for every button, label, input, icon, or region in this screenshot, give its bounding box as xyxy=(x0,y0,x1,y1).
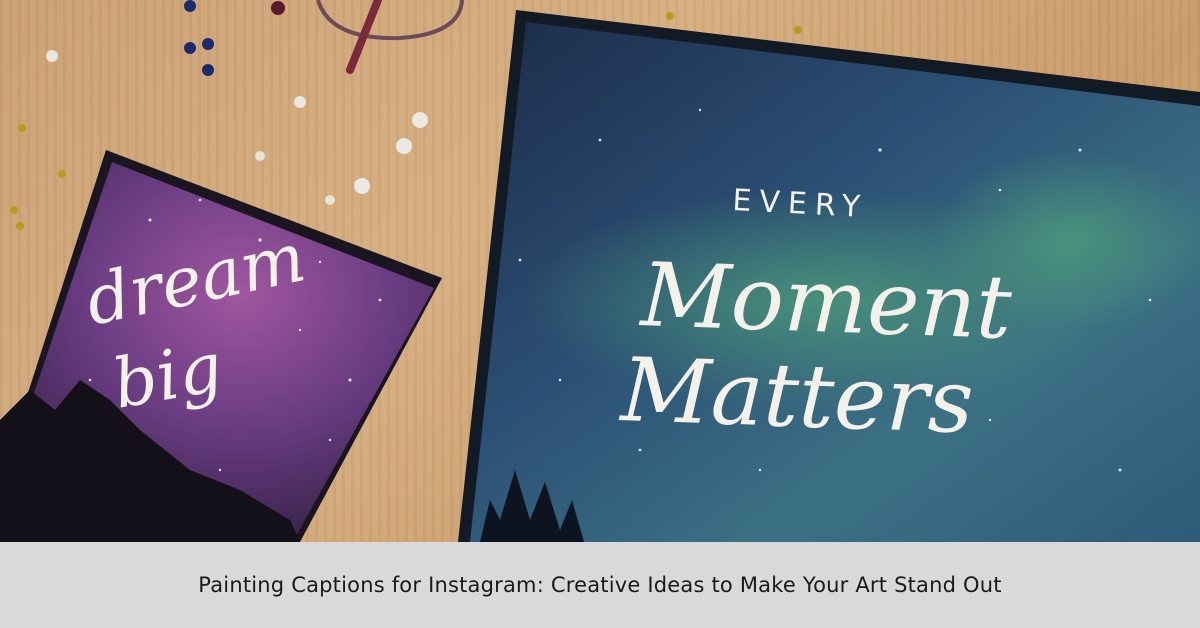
caption-bar: Painting Captions for Instagram: Creativ… xyxy=(0,542,1200,628)
hero-photo: dream big EVERY Moment Matters xyxy=(0,0,1200,542)
photo-illustration: dream big EVERY Moment Matters xyxy=(0,0,1200,542)
small-canvas: dream big xyxy=(0,150,442,542)
large-canvas: EVERY Moment Matters xyxy=(458,10,1200,542)
caption-title: Painting Captions for Instagram: Creativ… xyxy=(198,573,1002,597)
eyeglasses xyxy=(316,0,464,74)
every-lettering: EVERY xyxy=(732,183,869,225)
matters-lettering: Matters xyxy=(617,338,975,453)
